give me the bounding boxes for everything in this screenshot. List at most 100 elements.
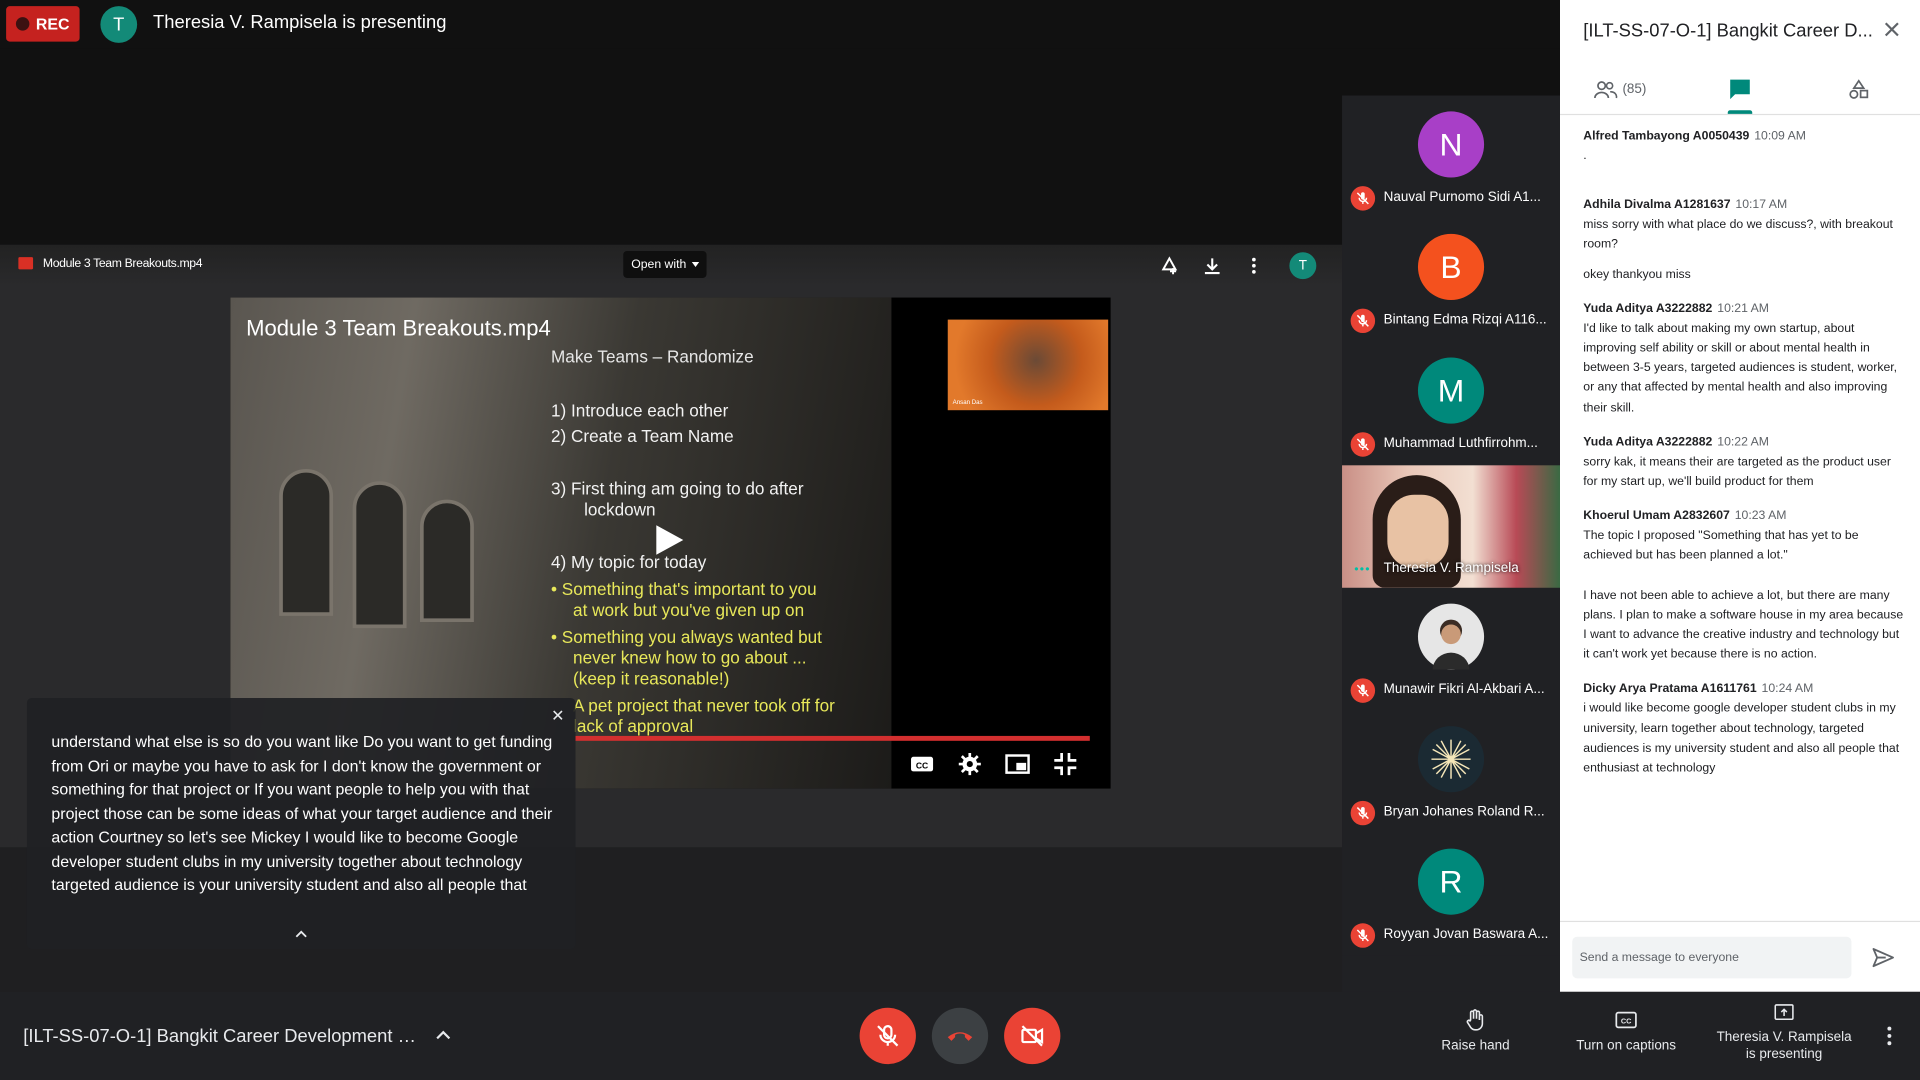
chevron-up-icon[interactable] bbox=[294, 927, 309, 942]
message-text: . bbox=[1583, 149, 1587, 163]
download-icon[interactable] bbox=[1201, 255, 1223, 277]
mic-off-icon bbox=[1350, 432, 1376, 457]
chat-message: Khoerul Umam A2832607 10:23 AM The topic … bbox=[1583, 507, 1904, 665]
tab-activities[interactable] bbox=[1848, 64, 1870, 115]
slide-bullet: • Something you always wanted but bbox=[551, 626, 822, 647]
chat-message: Alfred Tambayong A0050439 10:09 AM . bbox=[1583, 127, 1904, 166]
building-arch bbox=[420, 499, 474, 623]
play-icon[interactable] bbox=[656, 525, 684, 555]
participant-avatar: M bbox=[1417, 357, 1485, 424]
panel-tabs: (85) bbox=[1560, 64, 1920, 116]
miniplayer-icon[interactable] bbox=[1004, 751, 1031, 778]
raise-hand-button[interactable]: Raise hand bbox=[1402, 1008, 1549, 1069]
message-sender: Adhila Divalma A1281637 bbox=[1583, 198, 1731, 213]
message-sender: Dicky Arya Pratama A1611761 bbox=[1583, 682, 1757, 697]
user-avatar[interactable]: T bbox=[1289, 252, 1317, 280]
participant-name: Nauval Purnomo Sidi A1... bbox=[1383, 189, 1541, 205]
message-time: 10:22 AM bbox=[1717, 435, 1770, 450]
participant-name: Bryan Johanes Roland R... bbox=[1383, 804, 1545, 820]
send-icon[interactable] bbox=[1871, 945, 1895, 969]
settings-gear-icon[interactable] bbox=[956, 751, 983, 778]
file-name: Module 3 Team Breakouts.mp4 bbox=[42, 257, 203, 271]
add-to-drive-icon[interactable] bbox=[1158, 255, 1180, 277]
chevron-up-icon[interactable] bbox=[435, 1027, 452, 1044]
message-sender: Alfred Tambayong A0050439 bbox=[1583, 129, 1750, 144]
presenting-label-line1: Theresia V. Rampisela bbox=[1716, 1029, 1852, 1045]
participant-name: Muhammad Luthfirrohm... bbox=[1383, 435, 1538, 451]
panel-title: [ILT-SS-07-O-1] Bangkit Career D... bbox=[1583, 20, 1873, 42]
recording-label: REC bbox=[35, 14, 70, 34]
chat-message: Yuda Aditya A3222882 10:22 AM sorry kak, … bbox=[1583, 433, 1904, 492]
participant-video-face bbox=[1387, 494, 1449, 569]
recording-dot-icon bbox=[16, 17, 30, 31]
participant-tile[interactable]: R Royyan Jovan Baswara A... bbox=[1342, 833, 1560, 955]
speaking-indicator-icon: ••• bbox=[1354, 563, 1371, 577]
svg-text:CC: CC bbox=[1621, 1017, 1632, 1026]
message-sender: Khoerul Umam A2832607 bbox=[1583, 509, 1730, 524]
speaker-thumbnail: Ansan Das bbox=[947, 319, 1109, 411]
message-text: The topic I proposed "Something that has… bbox=[1583, 529, 1859, 563]
activities-icon bbox=[1849, 79, 1869, 99]
camera-toggle-button[interactable] bbox=[1004, 1007, 1061, 1065]
message-sender: Yuda Aditya A3222882 bbox=[1583, 302, 1713, 316]
slide-heading: Make Teams – Randomize bbox=[551, 346, 754, 367]
slide-item: 3) First thing am going to do after bbox=[551, 478, 804, 499]
leave-call-button[interactable] bbox=[931, 1007, 989, 1065]
message-text: miss sorry with what place do we discuss… bbox=[1583, 218, 1893, 252]
message-time: 10:23 AM bbox=[1734, 509, 1787, 524]
slide-item: 1) Introduce each other bbox=[551, 400, 729, 421]
participant-tile[interactable]: N Nauval Purnomo Sidi A1... bbox=[1342, 96, 1560, 218]
participant-name: Theresia V. Rampisela bbox=[1383, 560, 1519, 576]
participant-video-tile[interactable]: ••• Theresia V. Rampisela bbox=[1342, 465, 1561, 588]
captions-box: ✕ understand what else is so do you want… bbox=[26, 697, 576, 949]
message-text: i would like become google developer stu… bbox=[1583, 702, 1900, 776]
close-captions-icon[interactable]: ✕ bbox=[551, 707, 564, 727]
captions-button[interactable]: CC Turn on captions bbox=[1553, 1008, 1700, 1069]
captions-label: Turn on captions bbox=[1576, 1038, 1677, 1054]
message-time: 10:21 AM bbox=[1717, 302, 1770, 316]
slide-item: lockdown bbox=[584, 499, 656, 520]
more-vert-icon[interactable] bbox=[1243, 255, 1265, 277]
exit-fullscreen-icon[interactable] bbox=[1052, 751, 1079, 778]
recording-badge: REC bbox=[6, 6, 80, 42]
presenting-status: Theresia V. Rampisela is presenting bbox=[153, 12, 447, 34]
participant-tile[interactable]: Munawir Fikri Al-Akbari A... bbox=[1342, 588, 1560, 710]
meeting-title[interactable]: [ILT-SS-07-O-1] Bangkit Career Developme… bbox=[23, 1026, 427, 1047]
side-panel: [ILT-SS-07-O-1] Bangkit Career D... (85) bbox=[1560, 0, 1920, 992]
chat-input-area bbox=[1560, 920, 1920, 992]
raise-hand-label: Raise hand bbox=[1441, 1038, 1510, 1054]
message-text: I'd like to talk about making my own sta… bbox=[1583, 321, 1898, 415]
building-arch bbox=[279, 468, 334, 616]
caret-down-icon bbox=[691, 262, 699, 267]
people-count: (85) bbox=[1622, 82, 1647, 97]
chat-message: Dicky Arya Pratama A1611761 10:24 AM i wo… bbox=[1583, 680, 1904, 779]
camera-off-icon bbox=[1021, 1025, 1044, 1047]
chat-message: Yuda Aditya A3222882 10:21 AM I'd like to… bbox=[1583, 300, 1904, 419]
participant-tile[interactable]: M Muhammad Luthfirrohm... bbox=[1342, 342, 1560, 464]
tab-people[interactable]: (85) bbox=[1593, 64, 1646, 115]
participant-avatar: N bbox=[1417, 111, 1485, 178]
bottom-bar: [ILT-SS-07-O-1] Bangkit Career Developme… bbox=[0, 991, 1920, 1080]
slide-bullet: (keep it reasonable!) bbox=[573, 668, 730, 689]
presenting-label-line2: is presenting bbox=[1745, 1046, 1823, 1062]
video-title: Module 3 Team Breakouts.mp4 bbox=[246, 315, 551, 341]
mic-toggle-button[interactable] bbox=[859, 1007, 916, 1065]
video-progress-bar[interactable] bbox=[575, 735, 1090, 741]
open-with-button[interactable]: Open with bbox=[623, 251, 707, 278]
chat-messages: Alfred Tambayong A0050439 10:09 AM . Adhi… bbox=[1583, 127, 1904, 793]
chat-message-input[interactable] bbox=[1572, 936, 1852, 979]
participant-tile[interactable]: B Bintang Edma Rizqi A116... bbox=[1342, 218, 1560, 340]
participant-tile[interactable]: Bryan Johanes Roland R... bbox=[1342, 710, 1560, 832]
mic-off-icon bbox=[1350, 678, 1376, 703]
raise-hand-icon bbox=[1466, 1009, 1484, 1031]
mic-off-icon bbox=[1350, 186, 1376, 211]
message-sender: Yuda Aditya A3222882 bbox=[1583, 435, 1713, 450]
closed-captions-icon[interactable]: CC bbox=[909, 751, 936, 778]
close-icon[interactable] bbox=[1882, 20, 1902, 40]
more-options-icon[interactable] bbox=[1882, 1025, 1897, 1047]
video-file-icon bbox=[18, 257, 34, 270]
active-tab-indicator bbox=[1727, 110, 1753, 114]
mic-off-icon bbox=[877, 1025, 899, 1047]
present-now-button[interactable]: Theresia V. Rampisela is presenting bbox=[1711, 1002, 1858, 1063]
tab-chat[interactable] bbox=[1728, 64, 1752, 115]
